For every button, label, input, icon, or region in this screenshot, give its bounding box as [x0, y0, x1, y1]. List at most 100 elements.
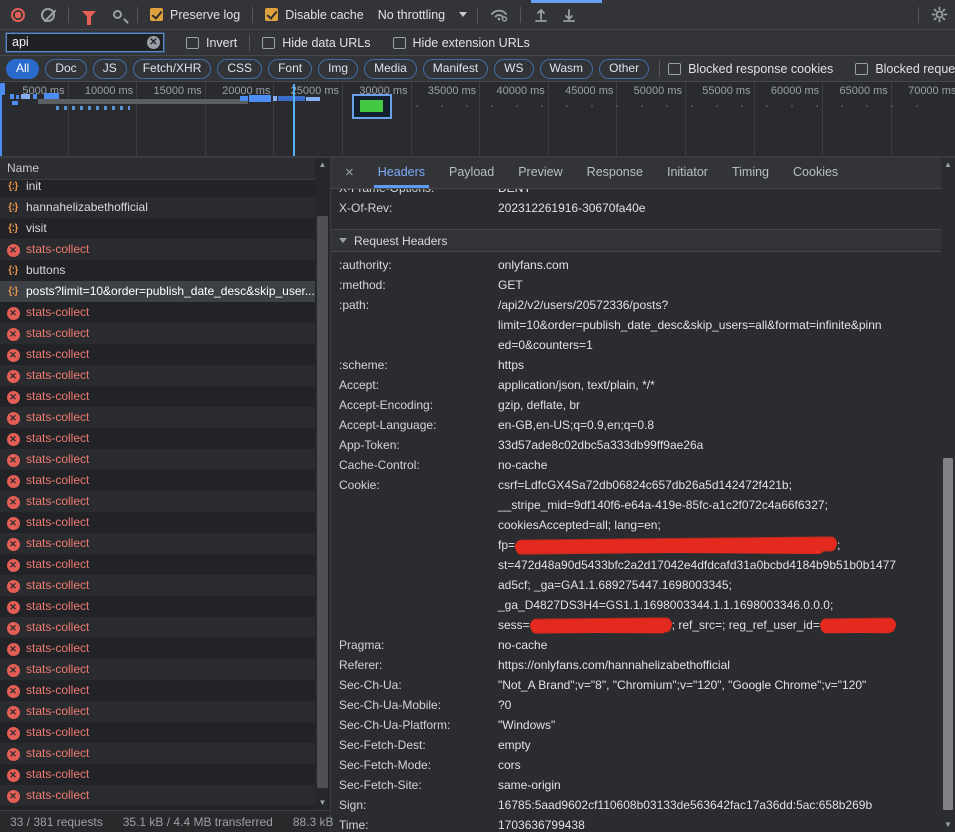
- request-row[interactable]: ✕stats-collect: [0, 449, 315, 470]
- blocked-response-cookies-checkbox[interactable]: Blocked response cookies: [668, 62, 833, 76]
- tab-response[interactable]: Response: [575, 158, 655, 188]
- request-row[interactable]: ✕stats-collect: [0, 764, 315, 785]
- scrollbar-thumb[interactable]: [317, 216, 328, 788]
- checkbox-unchecked-icon: [262, 37, 275, 49]
- detail-tab-bar: × HeadersPayloadPreviewResponseInitiator…: [331, 158, 941, 189]
- request-row[interactable]: ✕stats-collect: [0, 701, 315, 722]
- disable-cache-checkbox[interactable]: Disable cache: [265, 8, 364, 22]
- filter-input[interactable]: [6, 33, 164, 52]
- clear-button[interactable]: [36, 3, 60, 27]
- request-row[interactable]: ✕stats-collect: [0, 659, 315, 680]
- request-row[interactable]: ✕stats-collect: [0, 743, 315, 764]
- request-row[interactable]: {:}buttons: [0, 260, 315, 281]
- request-row[interactable]: ✕stats-collect: [0, 596, 315, 617]
- error-icon: ✕: [6, 680, 20, 701]
- header-name: :authority:: [331, 255, 498, 275]
- type-filter-manifest[interactable]: Manifest: [423, 59, 488, 79]
- type-filter-js[interactable]: JS: [93, 59, 127, 79]
- header-name: Accept-Encoding:: [331, 395, 498, 415]
- invert-checkbox[interactable]: Invert: [186, 36, 237, 50]
- request-row[interactable]: ✕stats-collect: [0, 722, 315, 743]
- request-row[interactable]: {:}hannahelizabethofficial: [0, 197, 315, 218]
- tab-preview[interactable]: Preview: [506, 158, 574, 188]
- request-row[interactable]: ✕stats-collect: [0, 470, 315, 491]
- hide-data-urls-checkbox[interactable]: Hide data URLs: [262, 36, 370, 50]
- header-row: Sign:16785:5aad9602cf110608b03133de56364…: [331, 795, 941, 815]
- name-column-header[interactable]: Name: [0, 158, 315, 180]
- request-row[interactable]: ✕stats-collect: [0, 785, 315, 806]
- request-row[interactable]: ✕stats-collect: [0, 575, 315, 596]
- request-row[interactable]: ✕stats-collect: [0, 617, 315, 638]
- scroll-down-icon[interactable]: ▼: [941, 819, 955, 831]
- request-row[interactable]: {:}posts?limit=10&order=publish_date_des…: [0, 281, 315, 302]
- tab-timing[interactable]: Timing: [720, 158, 781, 188]
- type-filter-doc[interactable]: Doc: [45, 59, 86, 79]
- filter-toggle-button[interactable]: [77, 3, 101, 27]
- preserve-log-checkbox[interactable]: Preserve log: [150, 8, 240, 22]
- upload-icon: [533, 7, 549, 23]
- throttling-dropdown[interactable]: No throttling: [378, 8, 467, 22]
- request-row[interactable]: ✕stats-collect: [0, 680, 315, 701]
- clear-filter-icon[interactable]: ✕: [147, 36, 160, 49]
- hide-extension-urls-checkbox[interactable]: Hide extension URLs: [393, 36, 530, 50]
- request-row[interactable]: ✕stats-collect: [0, 239, 315, 260]
- type-filter-font[interactable]: Font: [268, 59, 312, 79]
- error-icon: ✕: [6, 554, 20, 575]
- network-overview-timeline[interactable]: 5000 ms10000 ms15000 ms20000 ms25000 ms3…: [0, 82, 955, 158]
- header-value-line: ad5cf; _ga=GA1.1.689275447.1698003345;: [498, 575, 927, 595]
- settings-button[interactable]: [927, 3, 951, 27]
- request-row[interactable]: ✕stats-collect: [0, 533, 315, 554]
- scroll-up-icon[interactable]: ▲: [941, 159, 955, 171]
- header-row: Sec-Fetch-Site:same-origin: [331, 775, 941, 795]
- type-filter-css[interactable]: CSS: [217, 59, 262, 79]
- request-name: stats-collect: [26, 386, 89, 407]
- divider: [659, 61, 660, 77]
- tab-headers[interactable]: Headers: [366, 158, 437, 188]
- request-row[interactable]: {:}visit: [0, 218, 315, 239]
- panel-splitter[interactable]: [330, 158, 331, 832]
- header-value: 1703636799438: [498, 815, 941, 832]
- divider: [477, 7, 478, 23]
- detail-scrollbar[interactable]: ▲ ▼: [941, 158, 955, 832]
- type-filter-img[interactable]: Img: [318, 59, 358, 79]
- request-row[interactable]: ✕stats-collect: [0, 491, 315, 512]
- header-value-line: empty: [498, 735, 927, 755]
- timeline-tick-label: 50000 ms: [634, 85, 682, 97]
- tab-cookies[interactable]: Cookies: [781, 158, 850, 188]
- type-filter-media[interactable]: Media: [364, 59, 417, 79]
- request-row[interactable]: ✕stats-collect: [0, 638, 315, 659]
- error-icon: ✕: [6, 638, 20, 659]
- request-row[interactable]: ✕stats-collect: [0, 302, 315, 323]
- record-button[interactable]: [6, 3, 30, 27]
- request-row[interactable]: ✕stats-collect: [0, 365, 315, 386]
- blocked-requests-checkbox[interactable]: Blocked requests: [855, 62, 955, 76]
- tab-payload[interactable]: Payload: [437, 158, 506, 188]
- import-har-button[interactable]: [529, 3, 553, 27]
- tab-initiator[interactable]: Initiator: [655, 158, 720, 188]
- type-filter-other[interactable]: Other: [599, 59, 649, 79]
- request-name: stats-collect: [26, 701, 89, 722]
- type-filter-all[interactable]: All: [6, 59, 39, 79]
- search-button[interactable]: [105, 3, 129, 27]
- scrollbar-thumb[interactable]: [943, 458, 953, 810]
- close-icon[interactable]: ×: [331, 164, 366, 183]
- request-row[interactable]: ✕stats-collect: [0, 344, 315, 365]
- requests-scrollbar[interactable]: ▲ ▼: [315, 158, 330, 810]
- type-filter-fetch-xhr[interactable]: Fetch/XHR: [133, 59, 212, 79]
- network-conditions-button[interactable]: [488, 3, 512, 27]
- request-row[interactable]: ✕stats-collect: [0, 323, 315, 344]
- request-row[interactable]: {:}init: [0, 180, 315, 197]
- export-har-button[interactable]: [557, 3, 581, 27]
- request-headers-section[interactable]: Request Headers: [331, 229, 941, 252]
- type-filter-wasm[interactable]: Wasm: [540, 59, 594, 79]
- request-row[interactable]: ✕stats-collect: [0, 407, 315, 428]
- scroll-up-icon[interactable]: ▲: [315, 159, 330, 171]
- type-filter-ws[interactable]: WS: [494, 59, 533, 79]
- request-row[interactable]: ✕stats-collect: [0, 512, 315, 533]
- request-row[interactable]: ✕stats-collect: [0, 428, 315, 449]
- hide-extension-urls-label: Hide extension URLs: [413, 36, 530, 50]
- scroll-down-icon[interactable]: ▼: [315, 797, 330, 809]
- request-row[interactable]: ✕stats-collect: [0, 554, 315, 575]
- waterfall-bar: [416, 105, 940, 107]
- request-row[interactable]: ✕stats-collect: [0, 386, 315, 407]
